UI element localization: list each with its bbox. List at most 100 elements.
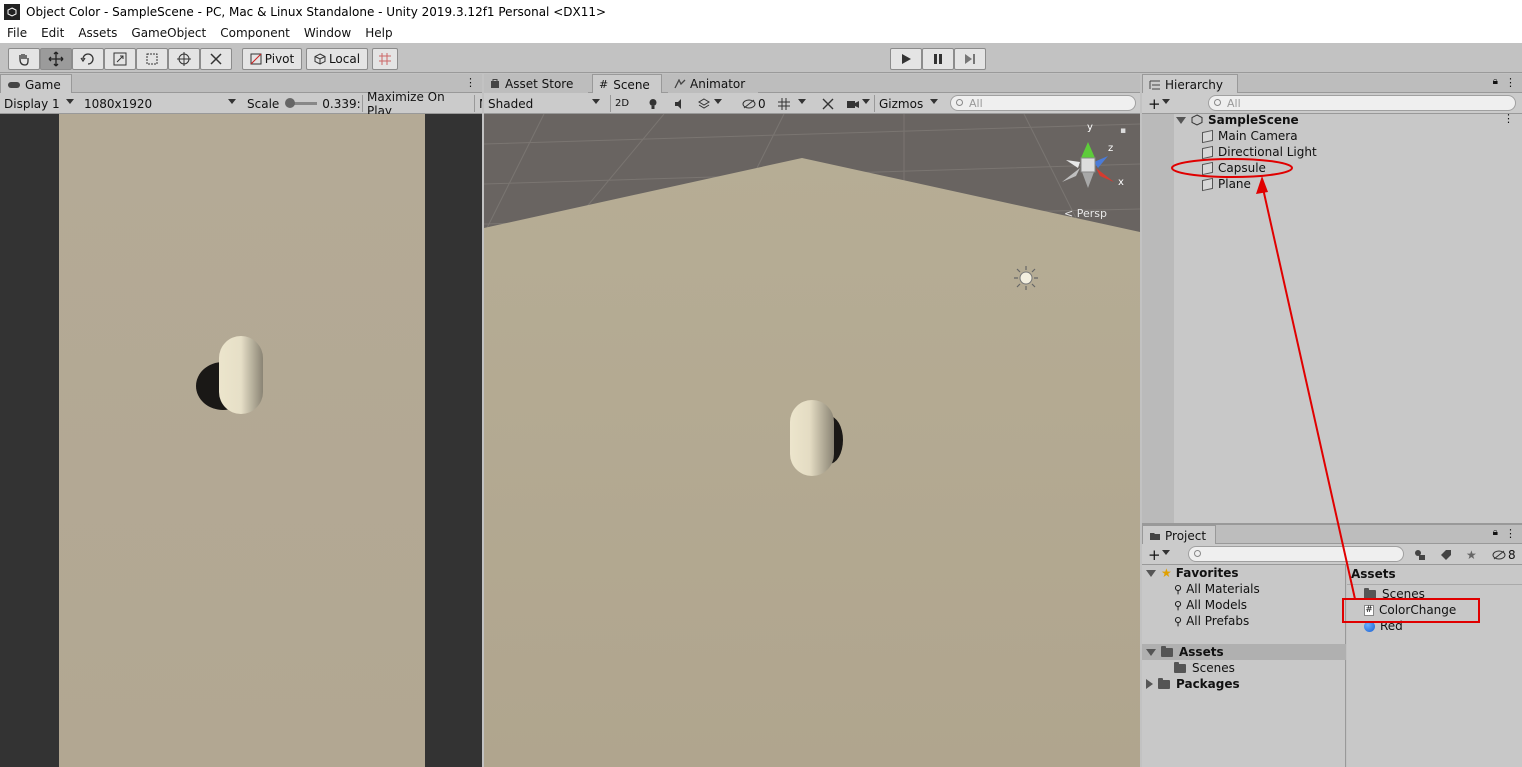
favorites-button[interactable]: ★ — [1462, 546, 1484, 563]
game-controlbar: Display 1 1080x1920 Scale 0.339: Maximiz… — [0, 90, 482, 118]
custom-tool-button[interactable] — [200, 48, 232, 70]
tools-toggle[interactable] — [818, 95, 838, 112]
scene-view[interactable]: y z x ▪ < Persp — [484, 114, 1140, 767]
panel-lock-icon[interactable]: 🔒︎ — [1493, 76, 1498, 87]
hierarchy-menu-icon[interactable]: ⋮ — [1505, 76, 1516, 89]
scene-search-input[interactable]: All — [950, 95, 1136, 111]
tab-hierarchy[interactable]: Hierarchy — [1142, 74, 1238, 94]
effects-dropdown[interactable] — [694, 95, 726, 112]
2d-toggle[interactable]: 2D — [610, 95, 636, 112]
capsule-object[interactable] — [790, 400, 834, 476]
tab-asset-store[interactable]: Asset Store — [484, 74, 588, 93]
favorites-row[interactable]: ★ Favorites — [1146, 565, 1238, 581]
menu-window[interactable]: Window — [304, 26, 351, 40]
eye-slash-icon — [1492, 550, 1506, 559]
packages-folder-row[interactable]: Packages — [1146, 676, 1240, 692]
hand-tool-button[interactable] — [8, 48, 40, 70]
menu-edit[interactable]: Edit — [41, 26, 64, 40]
search-by-type-button[interactable] — [1410, 546, 1432, 563]
assets-folder-row[interactable]: Assets — [1146, 644, 1224, 660]
scene-menu-icon[interactable]: ⋮ — [1503, 112, 1514, 125]
audio-toggle[interactable] — [670, 95, 690, 112]
scale-slider[interactable] — [285, 98, 318, 108]
grid-dropdown[interactable] — [774, 95, 810, 112]
hierarchy-item-main-camera[interactable]: Main Camera — [1202, 128, 1298, 144]
display-dropdown[interactable]: Display 1 — [0, 95, 78, 112]
axis-label-x: x — [1118, 177, 1124, 188]
pivot-button[interactable]: Pivot — [242, 48, 302, 70]
hierarchy-item-capsule[interactable]: Capsule — [1202, 160, 1266, 176]
move-tool-button[interactable] — [40, 48, 72, 70]
step-button[interactable] — [954, 48, 986, 70]
expand-arrow-icon[interactable] — [1146, 679, 1153, 689]
hierarchy-search-input[interactable]: All — [1208, 95, 1516, 111]
camera-dropdown[interactable] — [842, 95, 874, 112]
panel-lock-icon[interactable]: 🔒︎ — [1493, 527, 1498, 538]
2d-label: 2D — [615, 98, 630, 109]
expand-arrow-icon[interactable] — [1146, 648, 1156, 656]
scenes-folder-row[interactable]: Scenes — [1174, 660, 1235, 676]
content-item-red[interactable]: Red — [1364, 618, 1403, 634]
expand-arrow-icon[interactable] — [1176, 116, 1186, 124]
rotate-tool-button[interactable] — [72, 48, 104, 70]
content-item-label: ColorChange — [1379, 603, 1457, 617]
transform-tool-button[interactable] — [168, 48, 200, 70]
menu-file[interactable]: File — [7, 26, 27, 40]
menu-gameobject[interactable]: GameObject — [131, 26, 206, 40]
shading-label: Shaded — [488, 96, 534, 111]
create-dropdown[interactable]: + — [1144, 546, 1174, 564]
game-view[interactable] — [0, 114, 482, 767]
favorite-all-materials[interactable]: ⚲ All Materials — [1174, 581, 1260, 597]
wrench-icon — [210, 53, 222, 65]
lock-icon[interactable]: ▪ — [1120, 126, 1126, 136]
hand-icon — [19, 54, 29, 66]
plus-icon: + — [1148, 94, 1161, 113]
hierarchy-item-plane[interactable]: Plane — [1202, 176, 1251, 192]
hierarchy-item-label: Directional Light — [1218, 145, 1317, 159]
menu-help[interactable]: Help — [365, 26, 392, 40]
create-dropdown[interactable]: + — [1144, 94, 1174, 113]
project-search-input[interactable] — [1188, 546, 1404, 562]
game-panel-menu-icon[interactable]: ⋮ — [465, 76, 476, 89]
pause-button[interactable] — [922, 48, 954, 70]
content-item-scenes[interactable]: Scenes — [1364, 586, 1425, 602]
hierarchy-item-directional-light[interactable]: Directional Light — [1202, 144, 1317, 160]
menu-component[interactable]: Component — [220, 26, 290, 40]
expand-arrow-icon[interactable] — [1146, 569, 1156, 577]
lighting-toggle[interactable] — [644, 95, 664, 112]
tab-game[interactable]: Game — [0, 74, 72, 94]
hierarchy-tabbar: Hierarchy 🔒︎ ⋮ — [1142, 74, 1522, 94]
content-item-colorchange[interactable]: # ColorChange — [1364, 602, 1456, 618]
resolution-dropdown[interactable]: 1080x1920 — [80, 95, 240, 112]
project-menu-icon[interactable]: ⋮ — [1505, 527, 1516, 540]
tab-project[interactable]: Project — [1142, 525, 1216, 545]
persp-label[interactable]: < Persp — [1064, 207, 1107, 220]
hidden-packages-toggle[interactable]: 8 — [1488, 546, 1520, 563]
local-button[interactable]: Local — [306, 48, 368, 70]
gizmos-dropdown[interactable]: Gizmos — [874, 95, 942, 112]
search-by-label-button[interactable] — [1436, 546, 1458, 563]
tag-icon — [1441, 549, 1451, 560]
game-viewport[interactable] — [59, 114, 425, 767]
favorite-all-models[interactable]: ⚲ All Models — [1174, 597, 1247, 613]
mute-toggle[interactable]: M — [474, 95, 482, 112]
pivot-label: Pivot — [264, 52, 295, 66]
tab-animator[interactable]: Animator — [668, 74, 758, 93]
menu-assets[interactable]: Assets — [78, 26, 117, 40]
favorite-all-prefabs[interactable]: ⚲ All Prefabs — [1174, 613, 1249, 629]
scale-slider-thumb[interactable] — [285, 98, 296, 108]
directional-light-icon[interactable] — [1014, 266, 1038, 290]
animator-icon — [674, 78, 686, 88]
play-button[interactable] — [890, 48, 922, 70]
hidden-objects-toggle[interactable]: 0 — [738, 95, 770, 112]
tab-scene[interactable]: # Scene — [592, 74, 662, 94]
rect-tool-button[interactable] — [136, 48, 168, 70]
maximize-on-play-toggle[interactable]: Maximize On Play — [362, 90, 472, 118]
hierarchy-scene-row[interactable]: SampleScene — [1176, 112, 1299, 128]
capsule-object[interactable] — [195, 334, 275, 424]
snap-button[interactable] — [372, 48, 398, 70]
shading-dropdown[interactable]: Shaded — [484, 95, 604, 112]
scale-tool-button[interactable] — [104, 48, 136, 70]
tab-asset-store-label: Asset Store — [505, 76, 574, 91]
star-icon: ★ — [1161, 566, 1172, 580]
